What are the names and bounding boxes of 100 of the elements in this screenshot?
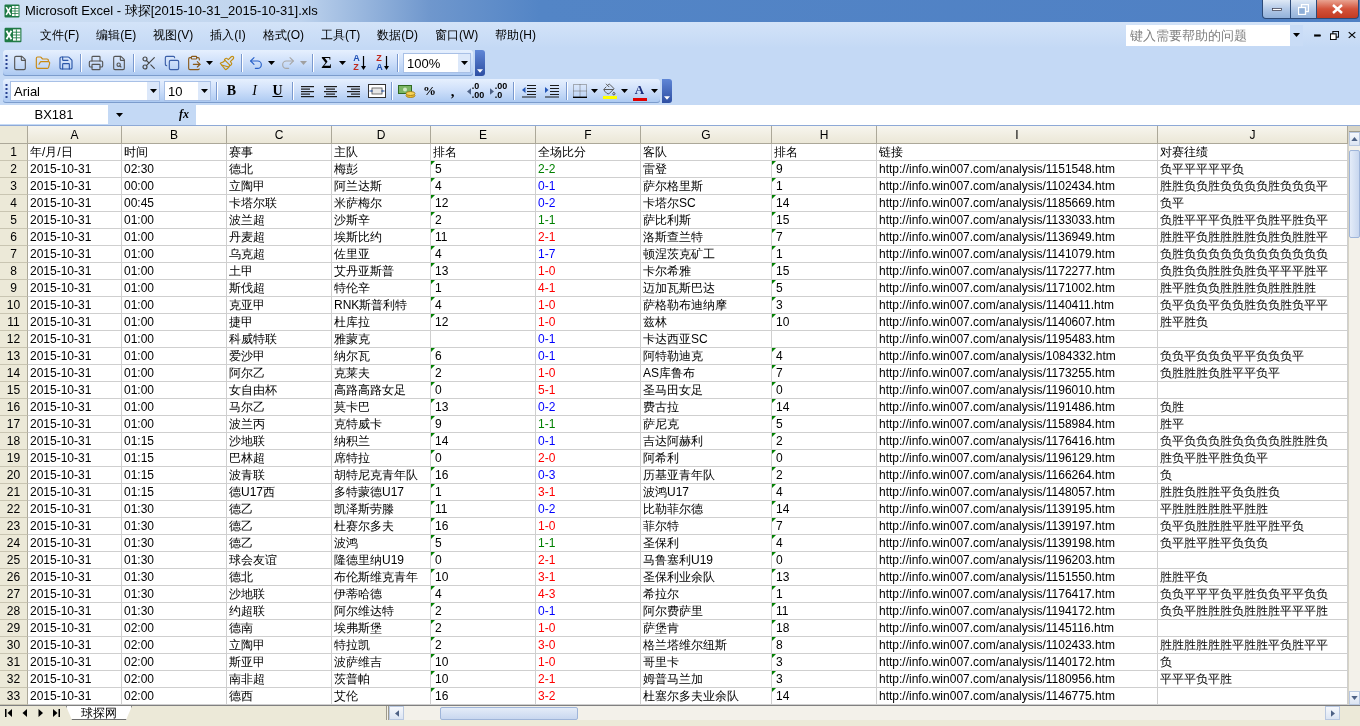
table-cell-text: 2015-10-31	[29, 263, 93, 280]
row-header[interactable]: 13	[0, 348, 28, 365]
table-cell-text: 5	[434, 535, 443, 552]
row-header[interactable]: 11	[0, 314, 28, 331]
row-header[interactable]: 10	[0, 297, 28, 314]
menu-item[interactable]: 文件(F)	[32, 25, 88, 45]
row-header[interactable]: 9	[0, 280, 28, 297]
menu-item[interactable]: 格式(O)	[254, 25, 312, 45]
column-header[interactable]: C	[227, 126, 332, 144]
formula-field[interactable]	[196, 104, 1360, 125]
row-header[interactable]: 30	[0, 637, 28, 654]
menu-item[interactable]: 视图(V)	[145, 25, 202, 45]
column-header[interactable]: B	[122, 126, 227, 144]
grip-icon[interactable]	[5, 54, 8, 72]
row-header[interactable]: 22	[0, 501, 28, 518]
table-cell-text: 2015-10-31	[29, 365, 93, 382]
row-header[interactable]: 28	[0, 603, 28, 620]
close-button[interactable]	[1317, 0, 1359, 19]
scroll-right-button[interactable]	[1325, 706, 1340, 720]
column-header[interactable]: I	[877, 126, 1158, 144]
row-header[interactable]: 27	[0, 586, 28, 603]
row-header[interactable]: 14	[0, 365, 28, 382]
dropdown-button[interactable]	[1290, 24, 1303, 46]
sort-ascending-button[interactable]: A Z	[348, 52, 371, 74]
column-header[interactable]: F	[536, 126, 641, 144]
row-header[interactable]: 8	[0, 263, 28, 280]
bold-button[interactable]: B	[220, 80, 243, 102]
toolbar-options-button[interactable]	[662, 79, 672, 103]
row-header[interactable]: 17	[0, 416, 28, 433]
row-header[interactable]: 21	[0, 484, 28, 501]
menu-item[interactable]: 工具(T)	[313, 25, 369, 45]
table-cell-text: 特伦辛	[333, 280, 371, 297]
font-combo[interactable]: Arial	[10, 81, 160, 101]
font-size-combo[interactable]: 10	[164, 81, 211, 101]
menu-item[interactable]: 编辑(E)	[88, 25, 145, 45]
table-cell-text: 雷登	[642, 161, 668, 178]
row-header[interactable]: 2	[0, 161, 28, 178]
column-header[interactable]: D	[332, 126, 431, 144]
minimize-button[interactable]	[1262, 0, 1291, 19]
grip-icon[interactable]	[5, 83, 8, 99]
font-color-button[interactable]: A	[630, 80, 649, 102]
autosum-button[interactable]: Σ	[316, 52, 337, 74]
table-cell-text: 负平负负负胜负负负负胜胜胜负	[1159, 433, 1329, 450]
menu-item[interactable]: 数据(D)	[369, 25, 426, 45]
table-cell-text: 客队	[642, 144, 668, 161]
row-header[interactable]: 24	[0, 535, 28, 552]
row-header[interactable]: 7	[0, 246, 28, 263]
table-cell-text: 捷甲	[228, 314, 254, 331]
scroll-thumb[interactable]	[440, 706, 578, 720]
row-header[interactable]: 15	[0, 382, 28, 399]
row-header[interactable]: 31	[0, 654, 28, 671]
row-header[interactable]: 6	[0, 229, 28, 246]
comma-button[interactable]: ,	[441, 80, 464, 102]
decrease-decimal-button[interactable]: .00 .0	[487, 80, 510, 102]
split-handle[interactable]	[1349, 126, 1360, 132]
column-header[interactable]: G	[641, 126, 772, 144]
column-header[interactable]: A	[28, 126, 122, 144]
underline-button[interactable]: U	[266, 80, 289, 102]
row-header[interactable]: 33	[0, 688, 28, 705]
name-box[interactable]: BX181	[0, 105, 108, 124]
row-header[interactable]: 16	[0, 399, 28, 416]
scroll-left-button[interactable]	[389, 706, 404, 720]
row-header[interactable]: 1	[0, 144, 28, 161]
row-header[interactable]: 29	[0, 620, 28, 637]
column-header[interactable]: E	[431, 126, 536, 144]
row-header[interactable]: 19	[0, 450, 28, 467]
row-header[interactable]: 18	[0, 433, 28, 450]
caret-icon	[200, 89, 208, 93]
sort-descending-button[interactable]: Z A	[371, 52, 394, 74]
italic-button[interactable]: I	[243, 80, 266, 102]
row-header[interactable]: 20	[0, 467, 28, 484]
column-header[interactable]: J	[1158, 126, 1348, 144]
percent-button[interactable]: %	[418, 80, 441, 102]
row-header[interactable]: 23	[0, 518, 28, 535]
scroll-down-button[interactable]	[1349, 691, 1360, 705]
table-cell-text: 2015-10-31	[29, 552, 93, 569]
column-header[interactable]: H	[772, 126, 877, 144]
table-cell-text: 土甲	[228, 263, 254, 280]
fill-color-button[interactable]	[600, 80, 619, 102]
folder-icon	[34, 55, 51, 71]
zoom-combo[interactable]: 100%	[403, 53, 471, 73]
row-header[interactable]: 5	[0, 212, 28, 229]
sheet-tab[interactable]: 球探网	[66, 706, 132, 720]
row-header[interactable]: 3	[0, 178, 28, 195]
scroll-thumb[interactable]	[1349, 150, 1360, 238]
table-cell-text: 杜塞尔多夫业余队	[642, 688, 740, 705]
insert-function-button[interactable]: fx	[174, 105, 194, 124]
menu-item[interactable]: 帮助(H)	[487, 25, 544, 45]
increase-decimal-button[interactable]: .0 .00	[464, 80, 487, 102]
row-header[interactable]: 25	[0, 552, 28, 569]
help-search-field[interactable]: 键入需要帮助的问题	[1126, 24, 1290, 46]
menu-item[interactable]: 窗口(W)	[427, 25, 487, 45]
row-header[interactable]: 4	[0, 195, 28, 212]
row-header[interactable]: 12	[0, 331, 28, 348]
row-header[interactable]: 26	[0, 569, 28, 586]
scroll-up-button[interactable]	[1349, 132, 1360, 146]
restore-button[interactable]	[1291, 0, 1317, 19]
menu-item[interactable]: 插入(I)	[202, 25, 254, 45]
toolbar-options-button[interactable]	[475, 50, 485, 76]
row-header[interactable]: 32	[0, 671, 28, 688]
